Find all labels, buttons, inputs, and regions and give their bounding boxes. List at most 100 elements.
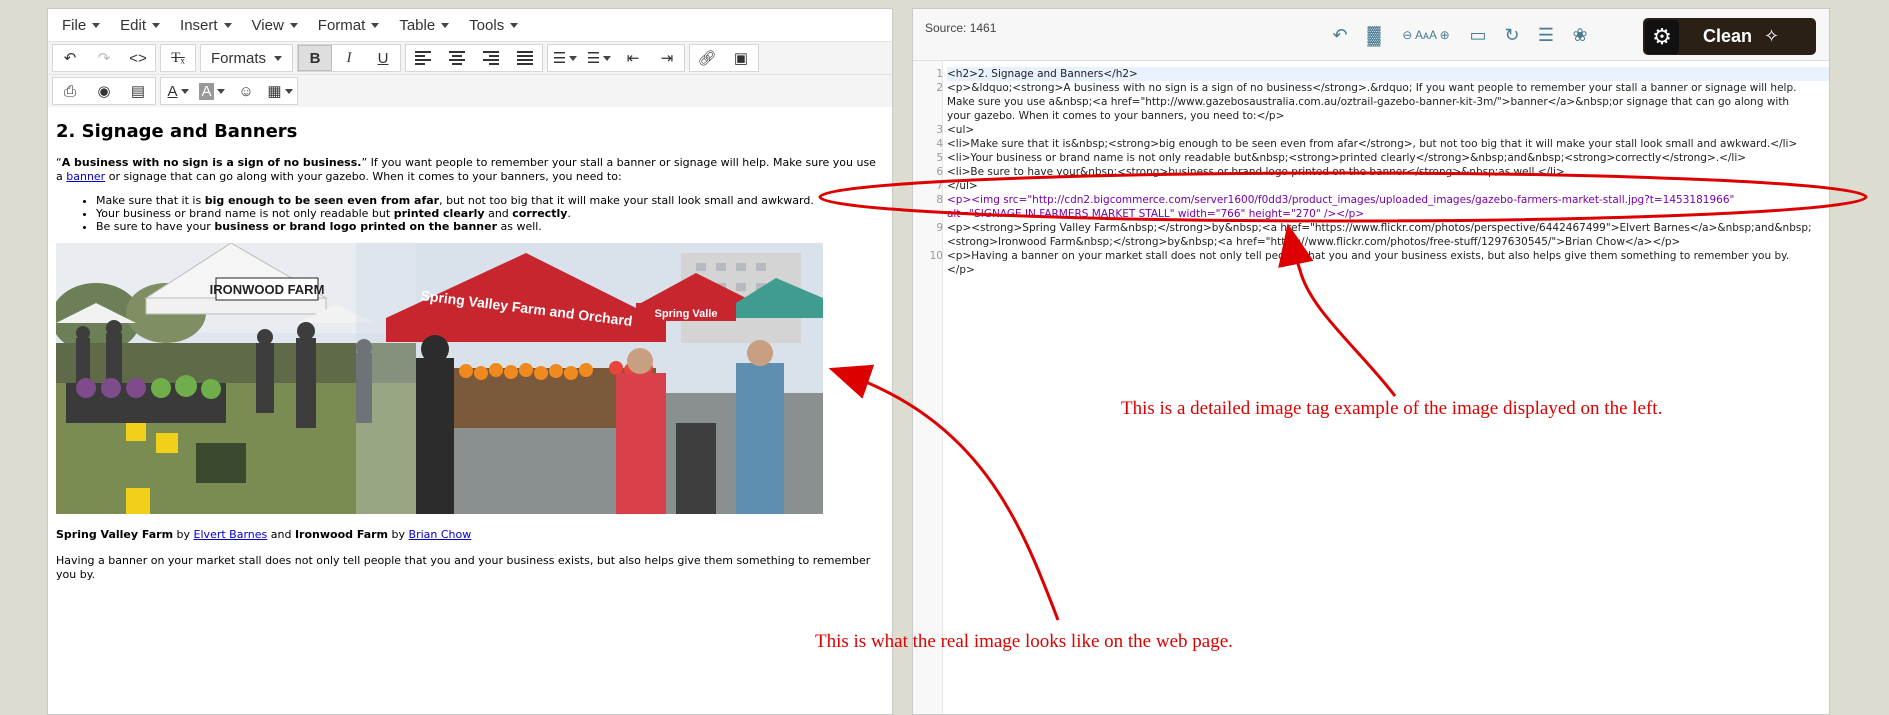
source-header: Source: 1461 ↶ ▓ ⊖ AᴀA ⊕ ▭ ↻ ☰ ❀ ⚙ Clean… — [913, 9, 1829, 61]
chevron-down-icon — [510, 22, 519, 28]
code-text: <p><strong>Spring Valley Farm&nbsp;</str… — [947, 222, 1812, 234]
code-line: your gazebo. When it comes to your banne… — [947, 109, 1829, 123]
undo-button[interactable]: ↶ — [53, 45, 87, 71]
italic-button[interactable]: I — [332, 45, 366, 71]
align-right-button[interactable] — [474, 45, 508, 71]
li2-text: Your business or brand name is not only … — [96, 207, 394, 220]
li3-bold: business or brand logo printed on the ba… — [214, 220, 497, 233]
align-left-button[interactable] — [406, 45, 440, 71]
menu-file[interactable]: File — [52, 17, 110, 34]
numbered-list-icon: ☰ — [586, 50, 601, 67]
code-lines[interactable]: 1 <h2>2. Signage and Banners</h2> 2 <p>&ld… — [930, 61, 1829, 714]
align-center-button[interactable] — [440, 45, 474, 71]
chevron-down-icon — [289, 22, 298, 28]
redo-button[interactable]: ↷ — [87, 45, 121, 71]
emoticons-button[interactable]: ☺ — [229, 78, 263, 104]
text-color-button[interactable]: A — [161, 78, 195, 104]
preview-button[interactable]: ◉ — [87, 78, 121, 104]
code-text: your gazebo. When it comes to your banne… — [947, 110, 1285, 122]
chevron-down-icon — [92, 22, 101, 28]
media-icon: ▤ — [130, 83, 146, 100]
market-stall-image[interactable]: IRONWOOD FARM Spring Valley Farm and Orc… — [56, 243, 823, 514]
gear-icon[interactable]: ⚙ — [1645, 19, 1679, 54]
editor-content[interactable]: 2. Signage and Banners “A business with … — [48, 107, 892, 582]
underline-button[interactable]: U — [366, 45, 400, 71]
toolbar-row-2: ⎙ ◉ ▤ A A ☺ ▦ — [48, 74, 892, 107]
line-number: 4 — [936, 138, 943, 150]
file-icon[interactable]: ▓ — [1362, 23, 1386, 47]
menu-format-label: Format — [317, 16, 366, 34]
formats-dropdown[interactable]: Formats — [201, 45, 292, 71]
menu-tools[interactable]: Tools — [459, 17, 528, 34]
refresh-icon[interactable]: ↻ — [1500, 23, 1524, 47]
code-line-img-attrs: alt="SIGNAGE IN FARMERS MARKET STALL" wi… — [947, 207, 1829, 221]
code-line: 5 <li>Your business or brand name is not … — [936, 151, 1829, 165]
font-size-icon[interactable]: ⊖ AᴀA ⊕ — [1396, 23, 1456, 47]
li3-text: Be sure to have your — [96, 220, 215, 233]
background-color-button[interactable]: A — [195, 78, 229, 104]
numbered-list-button[interactable]: ☰ — [582, 45, 616, 71]
source-toolbar: ↶ ▓ ⊖ AᴀA ⊕ ▭ ↻ ☰ ❀ — [1328, 23, 1592, 47]
redo-icon: ↷ — [97, 50, 111, 67]
bold-icon: B — [309, 49, 321, 67]
outdent-button[interactable]: ⇤ — [616, 45, 650, 71]
code-text: alt="SIGNAGE IN FARMERS MARKET STALL" wi… — [947, 208, 1365, 220]
table-button[interactable]: ▦ — [263, 78, 297, 104]
bullet-list-button[interactable]: ☰ — [548, 45, 582, 71]
menu-format[interactable]: Format — [308, 17, 390, 34]
palette-icon[interactable]: ❀ — [1568, 23, 1592, 47]
list-item: Be sure to have your business or brand l… — [96, 220, 884, 233]
link-icon: 🔗︎ — [697, 50, 717, 67]
intro-bold: A business with no sign is a sign of no … — [61, 156, 362, 169]
code-area[interactable]: 1 <h2>2. Signage and Banners</h2> 2 <p>&ld… — [913, 61, 1829, 714]
print-button[interactable]: ⎙ — [53, 78, 87, 104]
wrap-icon[interactable]: ▭ — [1466, 23, 1490, 47]
li2-bold1: printed clearly — [393, 207, 485, 220]
code-icon: <> — [129, 49, 147, 67]
banner-link[interactable]: banner — [66, 170, 105, 183]
menu-view-label: View — [251, 16, 284, 34]
insert-group: 🔗︎ ▣ — [689, 44, 760, 72]
line-number: 1 — [936, 68, 943, 80]
menu-tools-label: Tools — [469, 16, 505, 34]
wysiwyg-editor: File Edit Insert View Format Table Tools… — [47, 8, 893, 715]
credit-bold-1: Spring Valley Farm — [56, 528, 174, 541]
eye-icon: ◉ — [97, 83, 111, 100]
line-number: 8 — [936, 194, 943, 206]
menu-insert[interactable]: Insert — [170, 17, 242, 34]
align-justify-button[interactable] — [508, 45, 542, 71]
menubar: File Edit Insert View Format Table Tools — [48, 9, 892, 41]
brian-chow-link[interactable]: Brian Chow — [409, 528, 472, 541]
print-icon: ⎙ — [63, 82, 76, 100]
code-text: <li>Make sure that it is&nbsp;<strong>bi… — [947, 138, 1798, 150]
chevron-down-icon — [371, 22, 380, 28]
menu-view[interactable]: View — [242, 17, 308, 34]
document-icon[interactable]: ☰ — [1534, 23, 1558, 47]
menu-edit[interactable]: Edit — [110, 17, 170, 34]
code-line: 3 <ul> — [936, 123, 1829, 137]
code-line: 2 <p>&ldquo;<strong>A business with no si… — [936, 81, 1829, 95]
image-icon: ▣ — [733, 50, 749, 67]
list-group: ☰ ☰ ⇤ ⇥ — [547, 44, 686, 72]
annotation-image-note: This is what the real image looks like o… — [815, 631, 1233, 652]
annotation-img-tag-note: This is a detailed image tag example of … — [1121, 398, 1663, 419]
li2-end: . — [567, 207, 571, 220]
elvert-barnes-link[interactable]: Elvert Barnes — [194, 528, 268, 541]
align-right-icon — [483, 51, 500, 65]
code-line: <strong>Ironwood Farm&nbsp;</strong>by&n… — [947, 235, 1829, 249]
image-button[interactable]: ▣ — [724, 45, 758, 71]
clean-button[interactable]: ⚙ Clean ✧ — [1643, 18, 1816, 55]
align-justify-icon — [517, 51, 534, 65]
code-text: Make sure you use a&nbsp;<a href="http:/… — [947, 96, 1790, 108]
menu-table[interactable]: Table — [389, 17, 459, 34]
media-button[interactable]: ▤ — [121, 78, 155, 104]
undo-icon[interactable]: ↶ — [1328, 23, 1352, 47]
line-number: 3 — [936, 124, 943, 136]
indent-button[interactable]: ⇥ — [650, 45, 684, 71]
credit-by-2: by — [388, 528, 409, 541]
bold-button[interactable]: B — [298, 45, 333, 71]
code-button[interactable]: <> — [121, 45, 155, 71]
clear-formatting-button[interactable]: Tₓ — [161, 45, 195, 71]
link-button[interactable]: 🔗︎ — [690, 45, 724, 71]
source-pane: Source: 1461 ↶ ▓ ⊖ AᴀA ⊕ ▭ ↻ ☰ ❀ ⚙ Clean… — [912, 8, 1830, 715]
